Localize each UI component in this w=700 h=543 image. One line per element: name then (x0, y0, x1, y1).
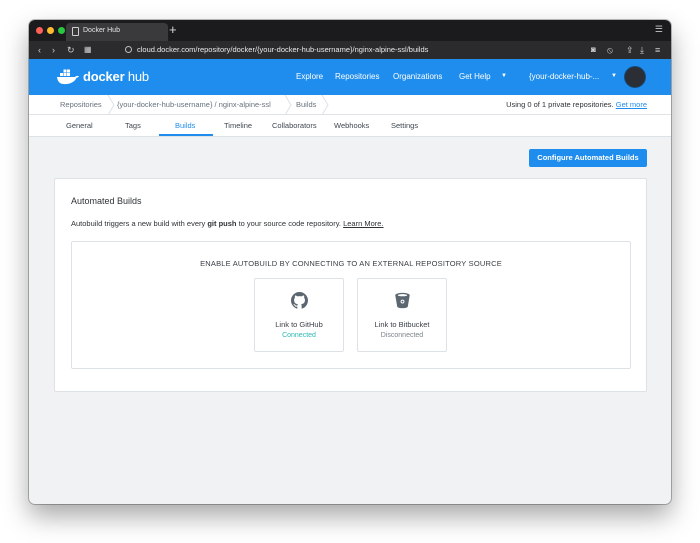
link-github-tile[interactable]: Link to GitHub Connected (254, 278, 344, 352)
breadcrumb: Repositories {your-docker-hub-username} … (29, 95, 671, 115)
tab-webhooks[interactable]: Webhooks (334, 121, 369, 130)
logo-word-hub: hub (124, 69, 149, 84)
desc-text: Autobuild triggers a new build with ever… (71, 219, 208, 228)
address-bar[interactable]: cloud.docker.com/repository/docker/{your… (125, 45, 428, 54)
tab-settings[interactable]: Settings (391, 121, 418, 130)
automated-builds-card: Automated Builds Autobuild triggers a ne… (54, 178, 647, 392)
close-window-button[interactable] (36, 27, 43, 34)
tab-tags[interactable]: Tags (125, 121, 141, 130)
tab-list-icon[interactable]: ☰ (655, 24, 663, 35)
forward-icon[interactable]: › (52, 44, 55, 56)
camera-icon[interactable]: ◙ (591, 44, 596, 56)
breadcrumb-builds: Builds (296, 100, 317, 109)
learn-more-link[interactable]: Learn More. (343, 219, 383, 228)
chevron-down-icon[interactable]: ▼ (501, 73, 507, 79)
tab-general[interactable]: General (66, 121, 93, 130)
browser-tab[interactable]: Docker Hub (66, 23, 168, 41)
get-more-link[interactable]: Get more (616, 100, 647, 109)
browser-window: Docker Hub + ☰ ‹ › ↻ ▦ cloud.docker.com/… (29, 20, 671, 504)
breadcrumb-separator-icon (284, 95, 292, 115)
bitbucket-link-label: Link to Bitbucket (374, 320, 430, 329)
lock-icon: ⦸ (607, 45, 613, 55)
nav-get-help[interactable]: Get Help (459, 72, 491, 81)
breadcrumb-separator-icon (321, 95, 329, 115)
private-repo-usage: Using 0 of 1 private repositories. Get m… (506, 100, 647, 109)
tab-timeline[interactable]: Timeline (224, 121, 252, 130)
repository-tabs: General Tags Builds Timeline Collaborato… (29, 115, 671, 137)
nav-explore[interactable]: Explore (296, 72, 323, 81)
breadcrumb-separator-icon (107, 95, 115, 115)
chevron-down-icon[interactable]: ▼ (611, 73, 617, 79)
breadcrumb-repositories[interactable]: Repositories (60, 100, 102, 109)
globe-icon (125, 46, 132, 53)
breadcrumb-repo-name[interactable]: {your-docker-hub-username} / nginx-alpin… (117, 100, 271, 109)
tab-builds[interactable]: Builds (175, 121, 195, 130)
link-bitbucket-tile[interactable]: Link to Bitbucket Disconnected (357, 278, 447, 352)
desc-text: to your source code repository. (236, 219, 344, 228)
back-icon[interactable]: ‹ (38, 44, 41, 56)
bitbucket-status: Disconnected (380, 332, 424, 339)
usage-text: Using 0 of 1 private repositories. (506, 100, 614, 109)
active-tab-indicator (159, 134, 213, 136)
docker-whale-icon[interactable] (56, 68, 80, 85)
url-text: cloud.docker.com/repository/docker/{your… (137, 45, 429, 54)
github-status: Connected (282, 332, 316, 339)
browser-tab-bar: Docker Hub + ☰ (29, 20, 671, 41)
nav-repositories[interactable]: Repositories (335, 72, 379, 81)
avatar[interactable] (624, 66, 646, 88)
maximize-window-button[interactable] (58, 27, 65, 34)
docker-hub-header: docker hub Explore Repositories Organiza… (29, 59, 671, 95)
grid-icon[interactable]: ▦ (84, 44, 92, 56)
reload-icon[interactable]: ↻ (67, 44, 75, 56)
docker-hub-logo-text[interactable]: docker hub (83, 69, 149, 84)
card-title: Automated Builds (71, 196, 142, 206)
source-panel-title: ENABLE AUTOBUILD BY CONNECTING TO AN EXT… (200, 259, 502, 268)
browser-tab-title: Docker Hub (83, 27, 120, 34)
card-description: Autobuild triggers a new build with ever… (71, 219, 384, 228)
share-icon[interactable]: ⇪ (626, 44, 634, 56)
github-icon (291, 292, 308, 309)
new-tab-button[interactable]: + (169, 22, 177, 38)
document-icon (72, 27, 79, 36)
settings-icon[interactable]: ≡ (655, 44, 660, 56)
tab-collaborators[interactable]: Collaborators (272, 121, 317, 130)
repository-source-panel: ENABLE AUTOBUILD BY CONNECTING TO AN EXT… (71, 241, 631, 369)
github-link-label: Link to GitHub (275, 320, 323, 329)
desc-bold: git push (207, 219, 237, 228)
configure-automated-builds-button[interactable]: Configure Automated Builds (529, 149, 647, 167)
logo-word-docker: docker (83, 69, 125, 84)
browser-toolbar: ‹ › ↻ ▦ cloud.docker.com/repository/dock… (29, 41, 671, 59)
minimize-window-button[interactable] (47, 27, 54, 34)
bitbucket-icon (395, 292, 410, 309)
nav-organizations[interactable]: Organizations (393, 72, 442, 81)
download-icon[interactable]: ⤓ (640, 44, 644, 56)
username-dropdown[interactable]: {your-docker-hub-... (529, 72, 599, 81)
